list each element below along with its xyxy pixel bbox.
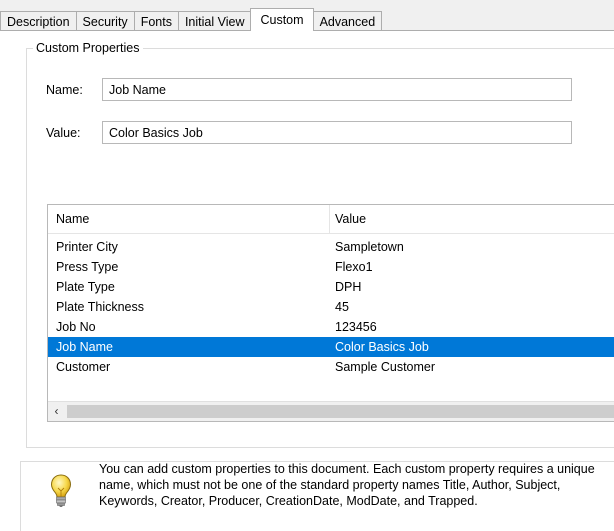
lightbulb-icon	[50, 474, 72, 507]
row-name: Printer City	[56, 240, 118, 254]
table-row[interactable]: Job No 123456	[48, 317, 614, 337]
column-header-name[interactable]: Name	[56, 212, 89, 226]
row-value: Sample Customer	[335, 360, 436, 374]
name-label: Name:	[46, 83, 83, 97]
row-value: 123456	[335, 320, 377, 334]
group-title: Custom Properties	[33, 41, 143, 55]
tab-advanced[interactable]: Advanced	[312, 11, 383, 31]
row-name: Customer	[56, 360, 111, 374]
row-value: Sampletown	[335, 240, 404, 254]
scrollbar-thumb[interactable]	[67, 405, 614, 418]
tab-description[interactable]: Description	[0, 11, 77, 31]
table-row[interactable]: Plate Type DPH	[48, 277, 614, 297]
table-row[interactable]: Plate Thickness 45	[48, 297, 614, 317]
custom-properties-group: Custom Properties Name: Value: Name Valu…	[26, 41, 614, 448]
row-name: Job Name	[56, 340, 113, 354]
row-value: 45	[335, 300, 349, 314]
info-box: You can add custom properties to this do…	[20, 462, 614, 531]
value-input[interactable]	[102, 121, 572, 144]
horizontal-scrollbar[interactable]: ‹	[48, 401, 614, 421]
row-name: Press Type	[56, 260, 119, 274]
scroll-left-arrow-icon[interactable]: ‹	[48, 402, 65, 421]
list-header: Name Value	[48, 205, 614, 234]
name-input[interactable]	[102, 78, 572, 101]
row-value: Color Basics Job	[335, 340, 429, 354]
table-row-selected[interactable]: Job Name Color Basics Job	[48, 337, 614, 357]
tab-custom[interactable]: Custom	[250, 8, 314, 31]
info-text: You can add custom properties to this do…	[99, 462, 595, 508]
row-value: Flexo1	[335, 260, 373, 274]
custom-properties-list[interactable]: Name Value Printer City Sampletown Press…	[47, 204, 614, 422]
row-value: DPH	[335, 280, 362, 294]
value-label: Value:	[46, 126, 81, 140]
tab-initial-view[interactable]: Initial View	[177, 11, 252, 31]
table-row[interactable]: Printer City Sampletown	[48, 237, 614, 257]
row-name: Job No	[56, 320, 96, 334]
row-name: Plate Type	[56, 280, 115, 294]
table-row[interactable]: Customer Sample Customer	[48, 357, 614, 377]
tab-security[interactable]: Security	[75, 11, 135, 31]
column-header-value[interactable]: Value	[335, 212, 366, 226]
table-row[interactable]: Press Type Flexo1	[48, 257, 614, 277]
custom-tab-panel: Custom Properties Name: Value: Name Valu…	[0, 30, 614, 531]
row-name: Plate Thickness	[56, 300, 145, 314]
tab-fonts[interactable]: Fonts	[133, 11, 179, 31]
tab-strip: Description Security Fonts Initial View …	[0, 8, 383, 31]
column-divider[interactable]	[329, 205, 330, 233]
